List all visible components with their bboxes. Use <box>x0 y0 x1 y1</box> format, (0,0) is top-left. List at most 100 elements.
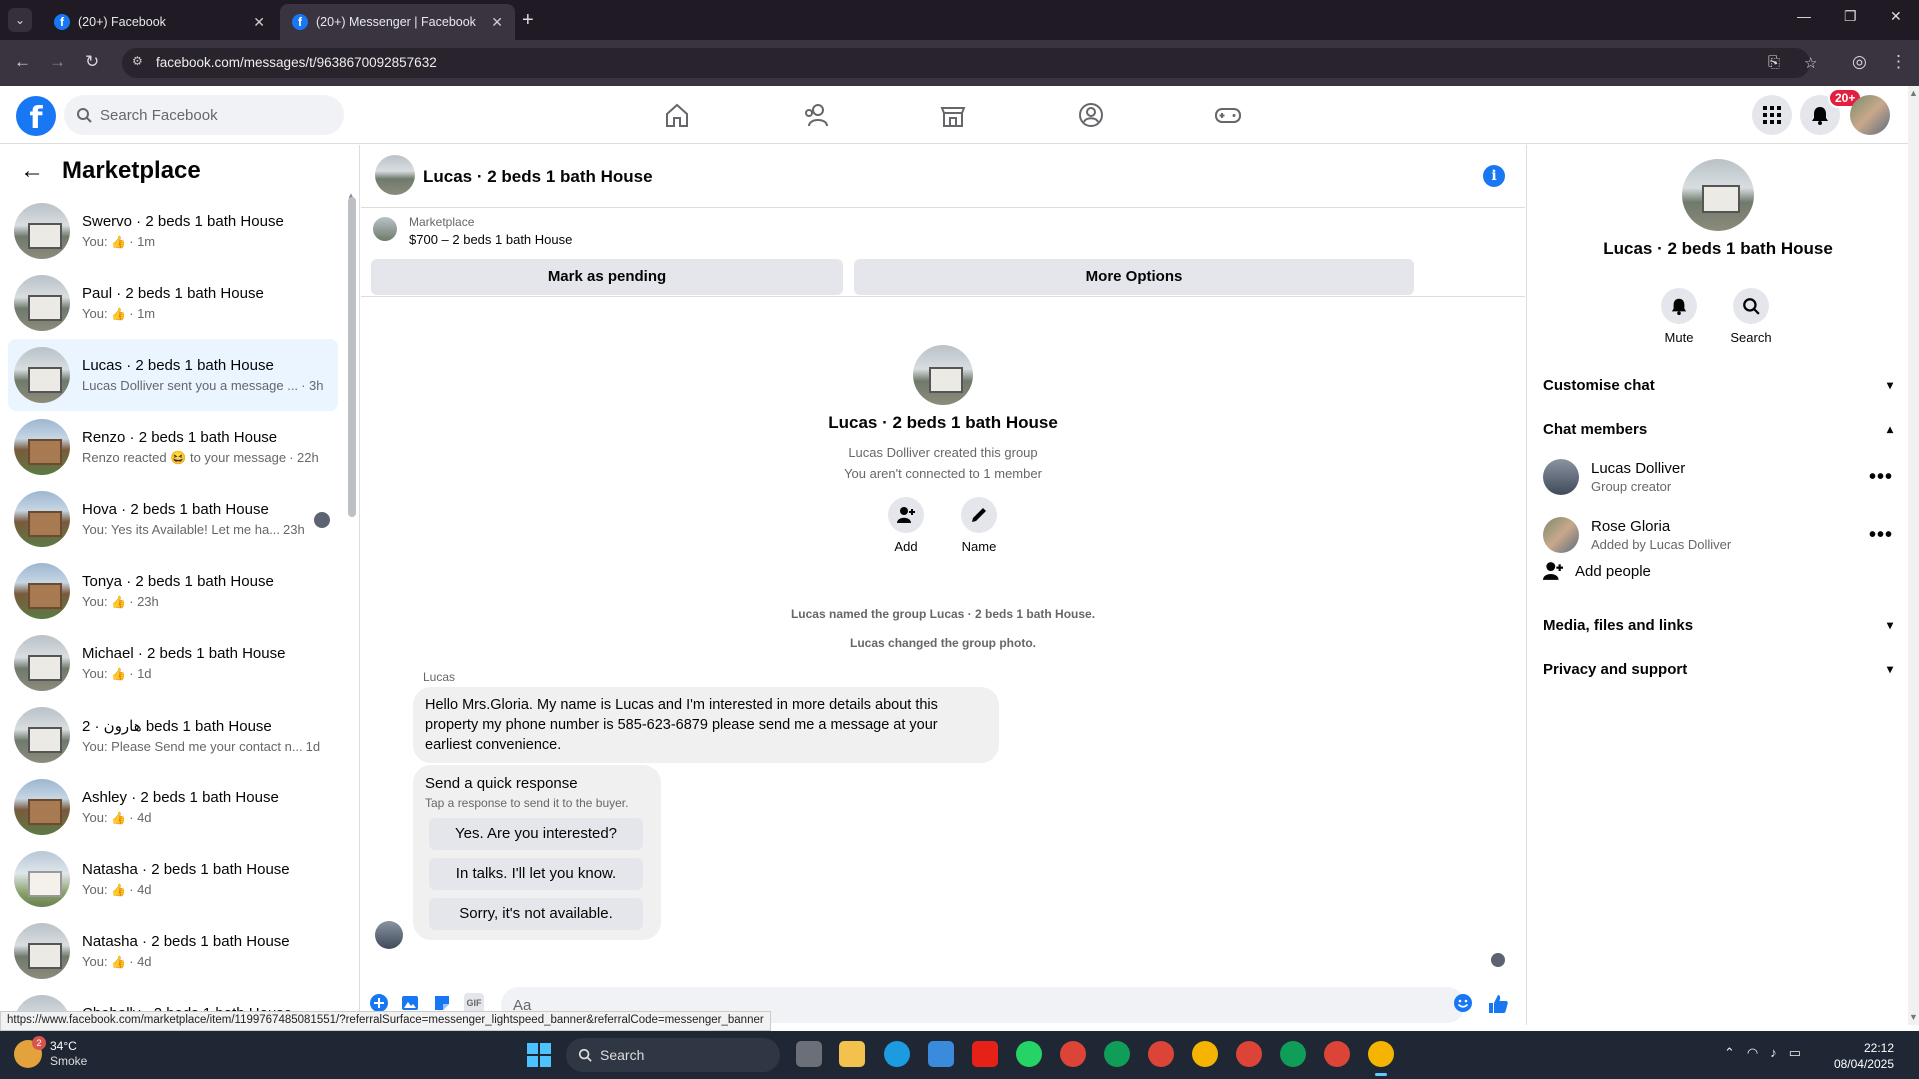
volume-icon[interactable]: ♪ <box>1770 1045 1777 1061</box>
forward-icon[interactable]: → <box>49 52 66 72</box>
reload-icon[interactable]: ↻ <box>85 52 99 72</box>
account-avatar[interactable] <box>1850 95 1890 135</box>
conversation-item[interactable]: Tonya · 2 beds 1 bath House You: 👍 · 23h <box>8 555 338 627</box>
quick-reply-button[interactable]: Yes. Are you interested? <box>429 818 643 850</box>
new-tab-button[interactable]: + <box>522 8 534 32</box>
member-row[interactable]: Rose Gloria Added by Lucas Dolliver ••• <box>1543 509 1893 561</box>
more-options-icon[interactable]: ••• <box>1869 524 1893 547</box>
site-info-icon[interactable]: ⚙ <box>132 54 148 70</box>
mute-action[interactable]: Mute <box>1649 288 1709 345</box>
close-window-icon[interactable]: ✕ <box>1890 8 1902 25</box>
address-bar[interactable]: ⚙ facebook.com/messages/t/96386700928576… <box>122 48 1817 78</box>
conversation-preview: You: <box>82 306 112 321</box>
pencil-icon <box>972 508 986 522</box>
scroll-up-arrow[interactable]: ▲ <box>1909 88 1918 98</box>
whatsapp-icon[interactable] <box>1016 1041 1042 1067</box>
message-bubble[interactable]: Hello Mrs.Gloria. My name is Lucas and I… <box>413 687 999 763</box>
restore-window-icon[interactable]: ❐ <box>1844 8 1857 25</box>
close-tab-icon[interactable]: ✕ <box>491 14 503 31</box>
conversation-item[interactable]: Natasha · 2 beds 1 bath House You: 👍 · 4d <box>8 843 338 915</box>
conversation-time: · 22h <box>289 449 319 465</box>
taskbar-search[interactable]: Search <box>566 1038 780 1072</box>
media-files-section[interactable]: Media, files and links ▾ <box>1543 607 1893 643</box>
conversation-item[interactable]: Ashley · 2 beds 1 bath House You: 👍 · 4d <box>8 771 338 843</box>
bookmark-star-icon[interactable]: ☆ <box>1804 54 1817 72</box>
link-status-bar: https://www.facebook.com/marketplace/ite… <box>0 1011 771 1031</box>
menu-grid-button[interactable] <box>1752 95 1792 135</box>
facebook-logo[interactable]: f <box>16 96 56 136</box>
browser-tab-messenger[interactable]: f (20+) Messenger | Facebook ✕ <box>280 4 515 40</box>
listing-title[interactable]: $700 – 2 beds 1 bath House <box>409 232 572 247</box>
chat-title[interactable]: Lucas · 2 beds 1 bath House <box>423 167 653 187</box>
mark-as-pending-button[interactable]: Mark as pending <box>371 259 843 295</box>
quick-reply-button[interactable]: In talks. I'll let you know. <box>429 858 643 890</box>
battery-icon[interactable]: ▭ <box>1789 1045 1801 1061</box>
conversation-item[interactable]: Hova · 2 beds 1 bath House You: Yes its A… <box>8 483 338 555</box>
home-icon[interactable] <box>662 100 692 130</box>
back-icon[interactable]: ← <box>14 52 31 72</box>
info-icon[interactable]: i <box>1483 165 1505 187</box>
add-people-button[interactable]: Add people <box>1543 561 1651 581</box>
conversation-item[interactable]: Renzo · 2 beds 1 bath House Renzo reacted… <box>8 411 338 483</box>
chrome-icon[interactable] <box>1148 1041 1174 1067</box>
conversation-item[interactable]: Michael · 2 beds 1 bath House You: 👍 · 1d <box>8 627 338 699</box>
wifi-icon[interactable]: ◠ <box>1747 1045 1758 1061</box>
gif-icon[interactable]: GIF <box>464 993 484 1013</box>
conversation-item[interactable]: Paul · 2 beds 1 bath House You: 👍 · 1m <box>8 267 338 339</box>
page-scrollbar[interactable]: ▲ ▼ <box>1908 86 1919 1025</box>
minimize-window-icon[interactable]: — <box>1797 8 1811 24</box>
conversation-time: · 3h <box>301 378 324 393</box>
conversation-item[interactable]: هارون · 2 beds 1 bath House You: Please S… <box>8 699 338 771</box>
friends-icon[interactable] <box>800 100 830 130</box>
conversation-item[interactable]: Natasha · 2 beds 1 bath House You: 👍 · 4d <box>8 915 338 987</box>
chrome-icon[interactable] <box>1368 1041 1394 1076</box>
privacy-support-section[interactable]: Privacy and support ▾ <box>1543 651 1893 687</box>
edge-icon[interactable] <box>884 1041 910 1067</box>
customise-chat-section[interactable]: Customise chat ▾ <box>1543 367 1893 403</box>
more-options-button[interactable]: More Options <box>854 259 1414 295</box>
install-app-icon[interactable]: ⎘ <box>1768 54 1780 71</box>
groups-icon[interactable] <box>1076 100 1106 130</box>
plus-circle-icon[interactable] <box>369 993 389 1013</box>
like-thumb-icon[interactable] <box>1487 993 1509 1015</box>
chevron-up-icon[interactable]: ⌃ <box>1724 1045 1735 1061</box>
chat-avatar[interactable] <box>375 155 415 195</box>
browser-tab-facebook[interactable]: f (20+) Facebook ✕ <box>42 4 277 40</box>
chrome-icon[interactable] <box>1324 1041 1350 1067</box>
system-clock[interactable]: 22:12 08/04/2025 <box>1830 1040 1894 1072</box>
chat-members-section[interactable]: Chat members ▴ <box>1543 411 1893 447</box>
sticker-icon[interactable] <box>432 993 452 1013</box>
close-tab-icon[interactable]: ✕ <box>253 14 265 31</box>
store-icon[interactable] <box>928 1041 954 1067</box>
weather-widget[interactable]: 2 34°C Smoke <box>14 1036 87 1069</box>
profile-icon[interactable]: ◎ <box>1852 52 1867 72</box>
chrome-icon[interactable] <box>1104 1041 1130 1067</box>
search-action[interactable]: Search <box>1721 288 1781 345</box>
chrome-icon[interactable] <box>1192 1041 1218 1067</box>
conversation-item[interactable]: Lucas · 2 beds 1 bath House Lucas Dollive… <box>8 339 338 411</box>
back-arrow-icon[interactable]: ← <box>20 157 44 185</box>
facebook-search[interactable] <box>64 95 344 135</box>
name-group-action[interactable]: Name <box>949 497 1009 554</box>
chrome-icon[interactable] <box>1236 1041 1262 1067</box>
chrome-icon[interactable] <box>1280 1041 1306 1067</box>
member-row[interactable]: Lucas Dolliver Group creator ••• <box>1543 451 1893 503</box>
emoji-icon[interactable] <box>1453 993 1473 1013</box>
start-button[interactable] <box>527 1043 551 1067</box>
file-explorer-icon[interactable] <box>839 1041 865 1067</box>
photo-icon[interactable] <box>400 993 420 1013</box>
gaming-icon[interactable] <box>1213 100 1243 130</box>
tab-list-button[interactable]: ⌄ <box>8 8 32 32</box>
youtube-icon[interactable] <box>972 1041 998 1067</box>
left-scrollbar-thumb[interactable] <box>348 197 356 517</box>
quick-reply-button[interactable]: Sorry, it's not available. <box>429 898 643 930</box>
marketplace-icon[interactable] <box>938 100 968 130</box>
add-member-action[interactable]: Add <box>876 497 936 554</box>
chrome-icon[interactable] <box>1060 1041 1086 1067</box>
search-input[interactable] <box>100 106 320 124</box>
more-options-icon[interactable]: ••• <box>1869 466 1893 489</box>
browser-menu-icon[interactable]: ⋮ <box>1890 52 1907 72</box>
scroll-down-arrow[interactable]: ▼ <box>1909 1012 1918 1022</box>
task-view-icon[interactable] <box>796 1041 822 1067</box>
conversation-item[interactable]: Swervo · 2 beds 1 bath House You: 👍 · 1m <box>8 195 338 267</box>
